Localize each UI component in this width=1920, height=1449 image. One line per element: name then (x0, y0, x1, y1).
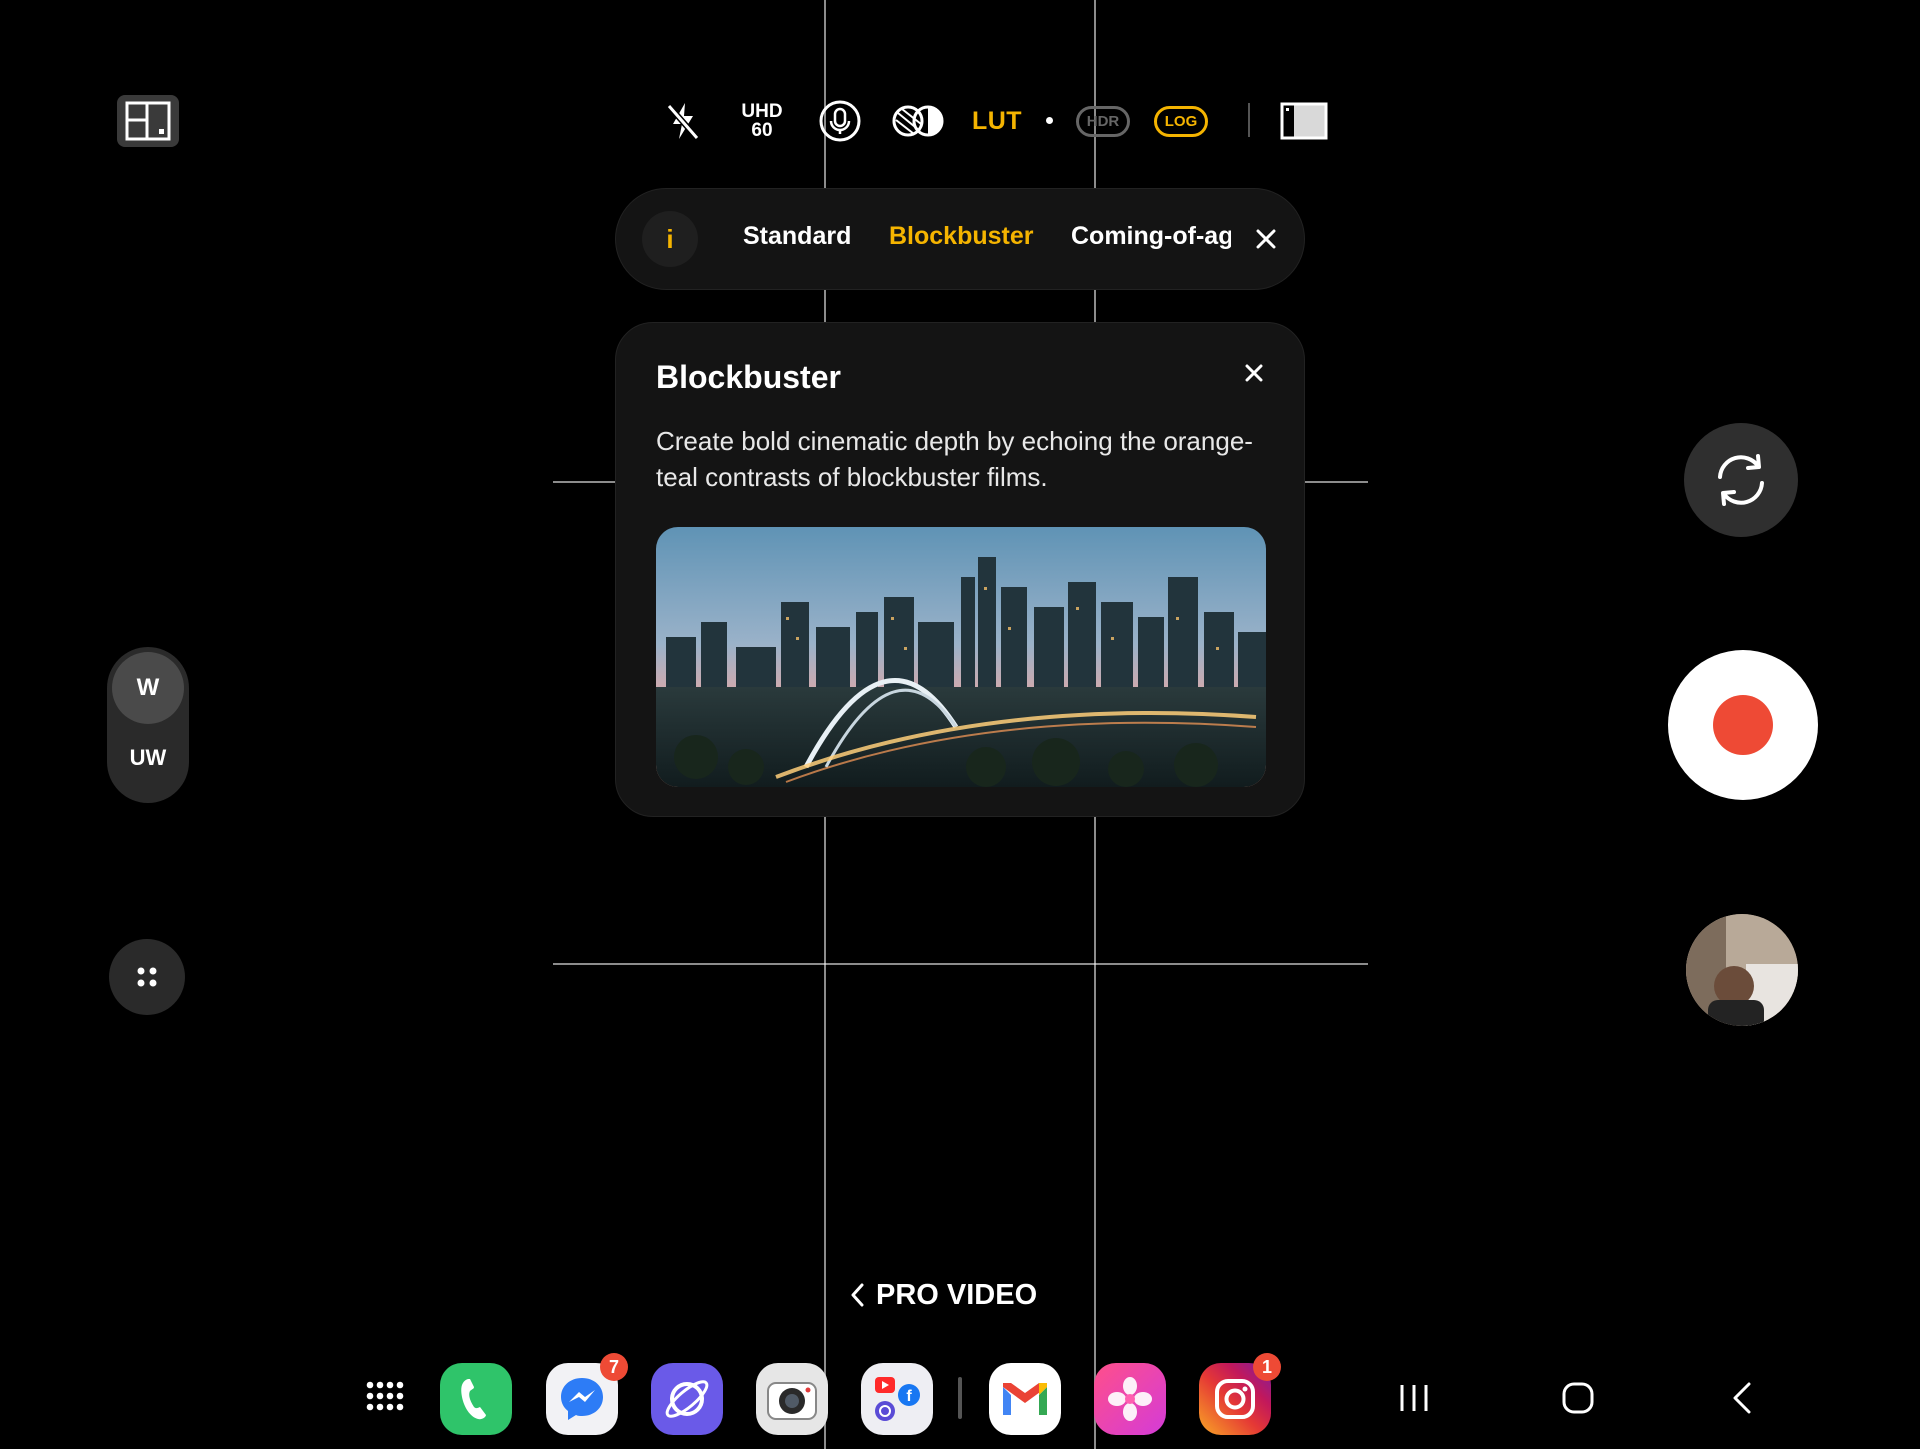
more-options-button[interactable] (109, 939, 185, 1015)
instagram-badge: 1 (1253, 1353, 1281, 1381)
taskbar-divider (958, 1377, 962, 1419)
app-camera[interactable] (756, 1363, 828, 1435)
close-icon (1245, 364, 1263, 382)
back-button[interactable] (1717, 1375, 1767, 1421)
lut-label: LUT (971, 106, 1023, 135)
card-close-button[interactable] (1238, 357, 1270, 389)
recents-icon (1400, 1385, 1428, 1411)
mode-selector[interactable]: PRO VIDEO (850, 1275, 1037, 1315)
toolbar-divider (1248, 103, 1250, 137)
log-label: LOG (1153, 105, 1209, 137)
home-icon (1562, 1382, 1594, 1414)
flash-button[interactable] (660, 96, 706, 146)
app-gmail[interactable] (989, 1363, 1061, 1435)
fps-label: 60 (751, 120, 773, 141)
lut-option-standard[interactable]: Standard (743, 222, 851, 251)
instagram-icon (1215, 1379, 1255, 1419)
phone-icon (461, 1379, 486, 1420)
app-social-folder[interactable]: f (861, 1363, 933, 1435)
top-toolbar: UHD 60 LUT HDR LOG (0, 96, 1920, 146)
app-messenger[interactable]: 7 (546, 1353, 628, 1435)
zoom-ultrawide-button[interactable]: UW (107, 745, 189, 771)
card-description: Create bold cinematic depth by echoing t… (656, 426, 1253, 492)
zoom-selector: W UW (107, 647, 189, 803)
record-button[interactable] (1668, 650, 1818, 800)
lut-option-coming-of-age[interactable]: Coming-of-age (1071, 222, 1231, 251)
info-button[interactable]: i (642, 211, 698, 267)
camera-icon (767, 1382, 817, 1420)
back-icon (1733, 1382, 1751, 1414)
mic-button[interactable] (818, 96, 862, 146)
messenger-badge: 7 (600, 1353, 628, 1381)
lut-option-blockbuster[interactable]: Blockbuster (889, 222, 1033, 251)
gallery-flower-icon (1108, 1377, 1152, 1421)
internet-icon (665, 1380, 709, 1418)
svg-text:f: f (906, 1388, 912, 1405)
messenger-icon (561, 1378, 603, 1420)
switch-camera-button[interactable] (1684, 423, 1798, 537)
app-drawer-button[interactable] (348, 1363, 420, 1435)
lut-selector-close-button[interactable] (1246, 219, 1286, 259)
zoom-wide-button[interactable]: W (112, 652, 184, 724)
aspect-ratio-button[interactable] (1280, 96, 1328, 146)
folder-icon: f (875, 1377, 920, 1421)
lut-button[interactable]: LUT (968, 96, 1026, 146)
switch-camera-icon (1718, 454, 1764, 506)
mode-label: PRO VIDEO (876, 1278, 1038, 1311)
filter-icon (892, 105, 944, 137)
lut-selector: i Standard Blockbuster Coming-of-age (615, 188, 1305, 290)
home-button[interactable] (1553, 1375, 1603, 1421)
resolution-button[interactable]: UHD 60 (736, 96, 788, 146)
flash-off-icon (666, 103, 700, 140)
chevron-left-icon (851, 1283, 864, 1307)
apps-grid-icon (366, 1381, 404, 1411)
app-gallery[interactable] (1094, 1363, 1166, 1435)
app-phone[interactable] (440, 1363, 512, 1435)
app-instagram[interactable]: 1 (1199, 1353, 1281, 1435)
close-icon (1256, 229, 1276, 249)
gallery-thumbnail[interactable] (1686, 914, 1798, 1026)
taskbar: 7 f 1 (0, 1353, 1920, 1441)
record-icon (1713, 695, 1773, 755)
log-button[interactable]: LOG (1151, 96, 1211, 146)
card-title: Blockbuster (656, 359, 841, 395)
dots-grid-icon (137, 967, 157, 987)
lut-info-card: Blockbuster Create bold cinematic depth … (615, 322, 1305, 817)
recent-apps-button[interactable] (1389, 1375, 1439, 1421)
zoom-wide-label: W (136, 674, 160, 701)
resolution-label: UHD (741, 101, 783, 122)
mic-icon (819, 100, 861, 142)
info-label: i (666, 223, 674, 254)
grid-line-h2 (553, 963, 1368, 965)
separator-dot (1046, 117, 1053, 124)
lut-option-clip: Coming-of-age (1071, 219, 1231, 259)
aspect-ratio-icon (1280, 102, 1328, 140)
hdr-label: HDR (1075, 105, 1131, 137)
gmail-icon (1003, 1383, 1047, 1415)
hdr-button[interactable]: HDR (1073, 96, 1133, 146)
preview-image (656, 527, 1266, 787)
filter-button[interactable] (890, 96, 946, 146)
app-internet[interactable] (651, 1363, 723, 1435)
